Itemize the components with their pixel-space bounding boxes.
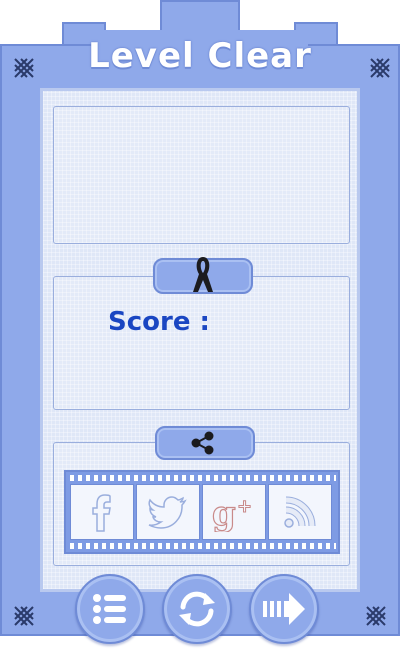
social-strip: g + [64, 470, 340, 554]
ribbon-icon [193, 257, 213, 292]
frame-top-cap [160, 0, 240, 30]
google-plus-button[interactable]: g + [202, 484, 266, 540]
corner-ornament-icon [366, 606, 386, 626]
facebook-icon [92, 494, 111, 532]
menu-button[interactable] [75, 574, 145, 644]
next-arrow-icon [263, 593, 305, 625]
facebook-button[interactable] [70, 484, 134, 540]
svg-text:g: g [212, 494, 236, 532]
twitter-button[interactable] [136, 484, 200, 540]
score-area [53, 276, 350, 410]
restart-button[interactable] [162, 574, 232, 644]
film-holes-top [70, 475, 336, 481]
google-plus-icon: g + [211, 493, 252, 532]
level-clear-title: Level Clear [88, 36, 312, 76]
svg-text:+: + [237, 496, 252, 517]
corner-ornament-icon [14, 606, 34, 626]
next-button[interactable] [249, 574, 319, 644]
score-label: Score : [108, 307, 210, 337]
menu-list-icon [93, 594, 126, 624]
film-holes-bottom [70, 543, 336, 549]
stars-area [53, 106, 350, 244]
twitter-icon [148, 496, 187, 529]
rss-button[interactable] [268, 484, 332, 540]
restart-icon [179, 591, 215, 627]
share-icon [191, 431, 214, 455]
rss-icon [284, 496, 316, 528]
